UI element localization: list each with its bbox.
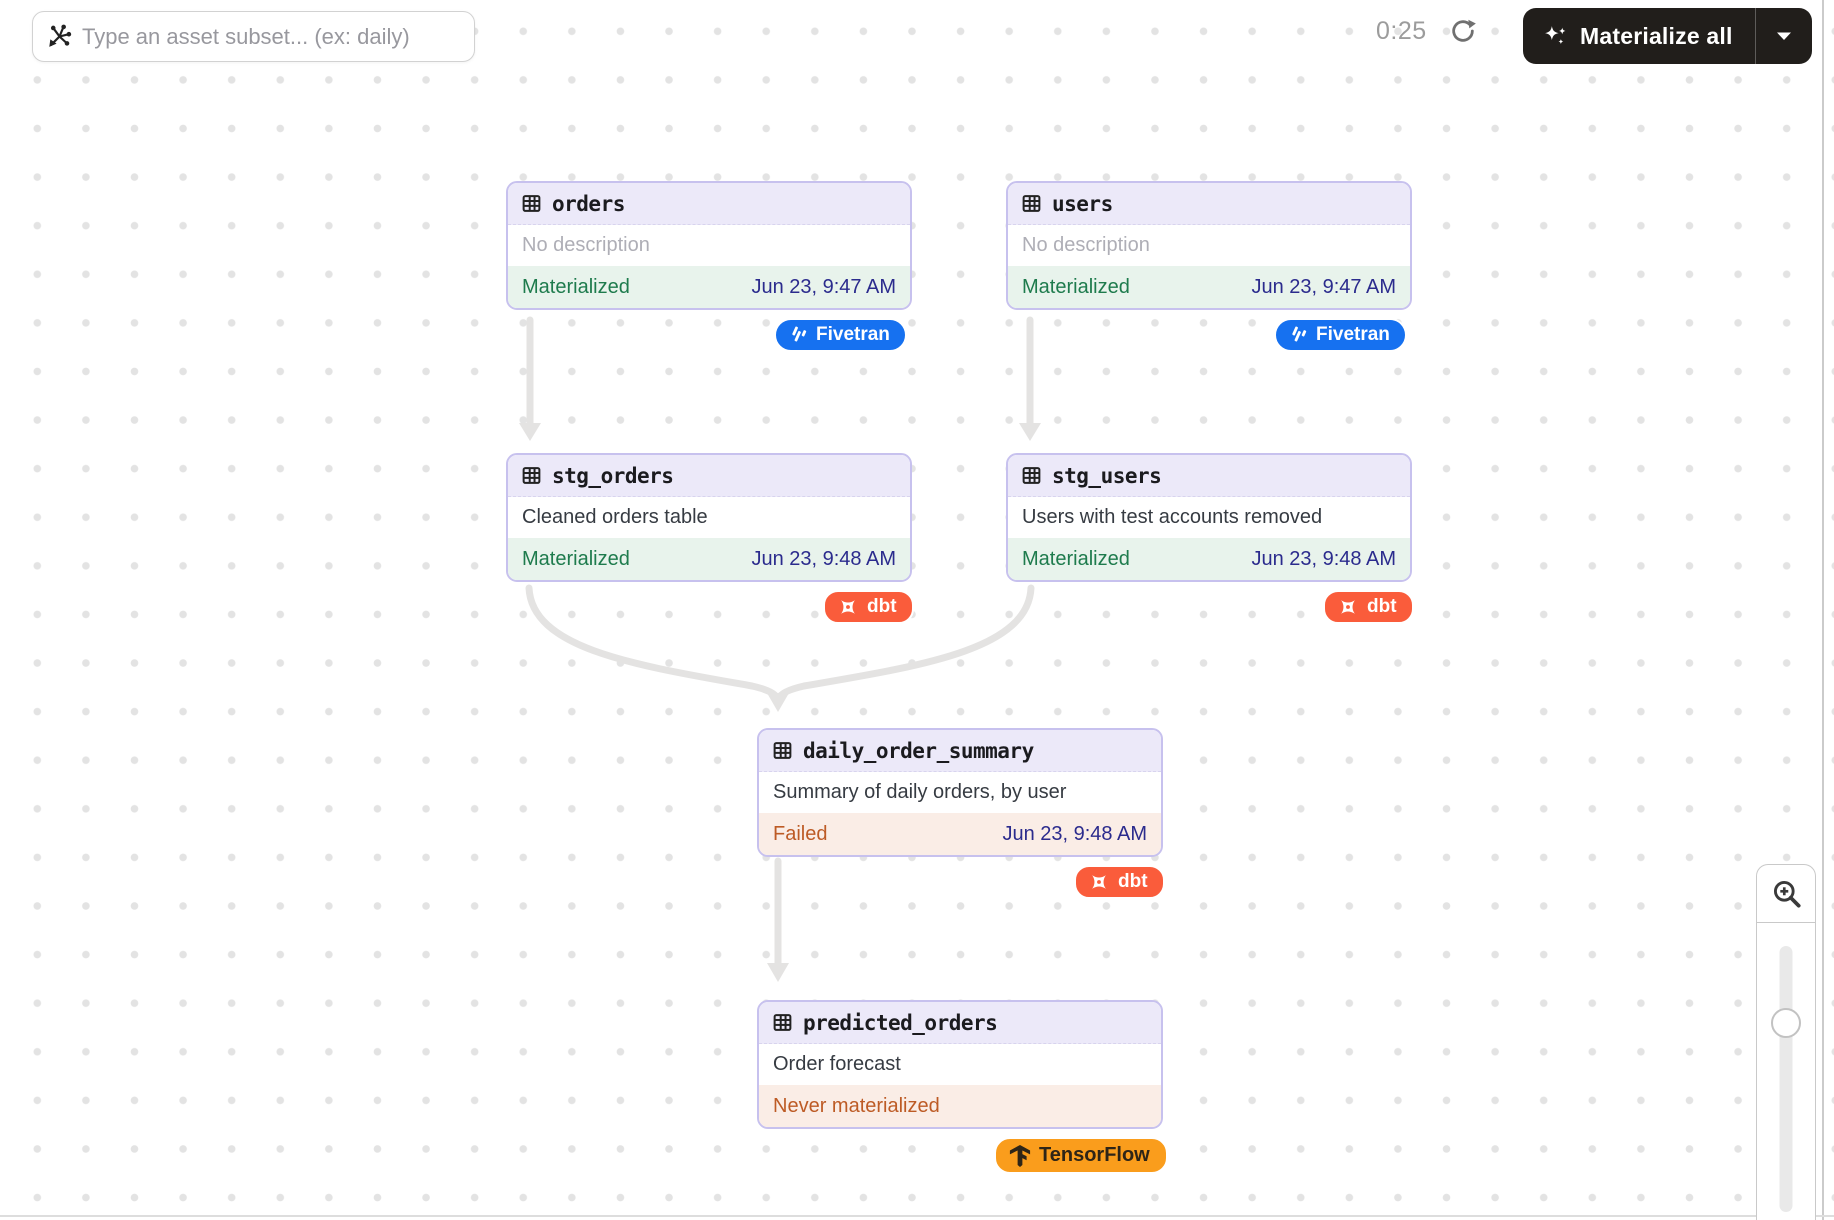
sparkles-icon xyxy=(1542,23,1569,50)
asset-name: stg_orders xyxy=(552,464,673,488)
arrowhead xyxy=(767,693,789,712)
status-timestamp: Jun 23, 9:48 AM xyxy=(751,548,896,571)
node-header: stg_orders xyxy=(508,455,910,497)
table-icon xyxy=(521,193,542,214)
status-timestamp: Jun 23, 9:48 AM xyxy=(1251,548,1396,571)
arrowhead xyxy=(1019,423,1041,441)
materialize-all-label: Materialize all xyxy=(1580,23,1733,50)
asset-status-row: Materialized Jun 23, 9:47 AM xyxy=(1008,266,1410,308)
asset-name: orders xyxy=(552,192,625,216)
fivetran-icon xyxy=(788,325,808,345)
fivetran-badge[interactable]: Fivetran xyxy=(774,318,907,352)
dbt-icon xyxy=(1088,871,1110,893)
asset-graph-icon xyxy=(47,24,72,49)
table-icon xyxy=(1021,465,1042,486)
zoom-slider-track[interactable] xyxy=(1780,946,1793,1212)
tensorflow-badge[interactable]: TensorFlow xyxy=(994,1137,1168,1174)
node-header: daily_order_summary xyxy=(759,730,1161,772)
asset-node-daily_order_summary[interactable]: daily_order_summary Summary of daily ord… xyxy=(757,728,1163,857)
asset-node-predicted_orders[interactable]: predicted_orders Order forecast Never ma… xyxy=(757,1000,1163,1129)
dbt-icon xyxy=(837,596,859,618)
asset-status-row: Materialized Jun 23, 9:48 AM xyxy=(508,538,910,580)
asset-description: Users with test accounts removed xyxy=(1008,497,1410,538)
asset-name: daily_order_summary xyxy=(803,739,1034,763)
asset-name: predicted_orders xyxy=(803,1011,997,1035)
status-label: Materialized xyxy=(1022,276,1130,299)
status-label: Never materialized xyxy=(773,1095,940,1118)
badge-label: dbt xyxy=(867,596,897,618)
asset-status-row: Materialized Jun 23, 9:47 AM xyxy=(508,266,910,308)
status-timestamp: Jun 23, 9:48 AM xyxy=(1002,823,1147,846)
status-timestamp: Jun 23, 9:47 AM xyxy=(1251,276,1396,299)
materialize-all-button[interactable]: Materialize all xyxy=(1523,8,1812,64)
zoom-slider[interactable] xyxy=(1757,923,1815,1219)
tensorflow-icon xyxy=(1009,1144,1031,1168)
status-label: Materialized xyxy=(522,276,630,299)
asset-description: No description xyxy=(508,225,910,266)
badge-label: TensorFlow xyxy=(1039,1144,1150,1167)
zoom-in-button[interactable] xyxy=(1757,865,1815,923)
magnifier-plus-icon xyxy=(1771,878,1802,909)
fivetran-badge[interactable]: Fivetran xyxy=(1274,318,1407,352)
badge-label: dbt xyxy=(1367,596,1397,618)
zoom-slider-thumb[interactable] xyxy=(1771,1008,1801,1038)
dbt-badge[interactable]: dbt xyxy=(823,590,914,624)
refresh-icon[interactable] xyxy=(1449,17,1477,45)
status-timestamp: Jun 23, 9:47 AM xyxy=(751,276,896,299)
asset-node-stg_orders[interactable]: stg_orders Cleaned orders table Material… xyxy=(506,453,912,582)
asset-node-stg_users[interactable]: stg_users Users with test accounts remov… xyxy=(1006,453,1412,582)
chevron-down-icon xyxy=(1776,31,1792,41)
table-icon xyxy=(1021,193,1042,214)
table-icon xyxy=(521,465,542,486)
asset-graph-canvas[interactable]: 0:25 Materialize all xyxy=(0,0,1834,1220)
asset-description: Order forecast xyxy=(759,1044,1161,1085)
arrowhead xyxy=(519,423,541,441)
asset-node-users[interactable]: users No description Materialized Jun 23… xyxy=(1006,181,1412,310)
asset-description: No description xyxy=(1008,225,1410,266)
asset-description: Summary of daily orders, by user xyxy=(759,772,1161,813)
dbt-badge[interactable]: dbt xyxy=(1323,590,1414,624)
table-icon xyxy=(772,1012,793,1033)
asset-node-orders[interactable]: orders No description Materialized Jun 2… xyxy=(506,181,912,310)
asset-status-row: Never materialized xyxy=(759,1085,1161,1127)
materialize-dropdown-button[interactable] xyxy=(1756,8,1812,64)
arrowhead xyxy=(767,963,789,982)
asset-status-row: Materialized Jun 23, 9:48 AM xyxy=(1008,538,1410,580)
badge-label: dbt xyxy=(1118,871,1148,893)
table-icon xyxy=(772,740,793,761)
viewport-bottom-border xyxy=(0,1215,1834,1217)
asset-filter-input-wrapper xyxy=(32,11,475,62)
dbt-icon xyxy=(1337,596,1359,618)
edge-stg_orders-daily xyxy=(529,588,777,698)
fivetran-icon xyxy=(1288,325,1308,345)
materialize-all-main[interactable]: Materialize all xyxy=(1523,8,1755,64)
status-label: Failed xyxy=(773,823,827,846)
search-input[interactable] xyxy=(82,24,462,50)
badge-label: Fivetran xyxy=(1316,324,1390,346)
node-header: orders xyxy=(508,183,910,225)
asset-status-row: Failed Jun 23, 9:48 AM xyxy=(759,813,1161,855)
asset-name: users xyxy=(1052,192,1113,216)
node-header: users xyxy=(1008,183,1410,225)
node-header: predicted_orders xyxy=(759,1002,1161,1044)
asset-name: stg_users xyxy=(1052,464,1161,488)
dbt-badge[interactable]: dbt xyxy=(1074,865,1165,899)
asset-description: Cleaned orders table xyxy=(508,497,910,538)
badge-label: Fivetran xyxy=(816,324,890,346)
zoom-control xyxy=(1756,864,1816,1220)
viewport-right-border xyxy=(1822,0,1824,1220)
status-label: Materialized xyxy=(1022,548,1130,571)
node-header: stg_users xyxy=(1008,455,1410,497)
refresh-timer: 0:25 xyxy=(1376,17,1436,46)
status-label: Materialized xyxy=(522,548,630,571)
